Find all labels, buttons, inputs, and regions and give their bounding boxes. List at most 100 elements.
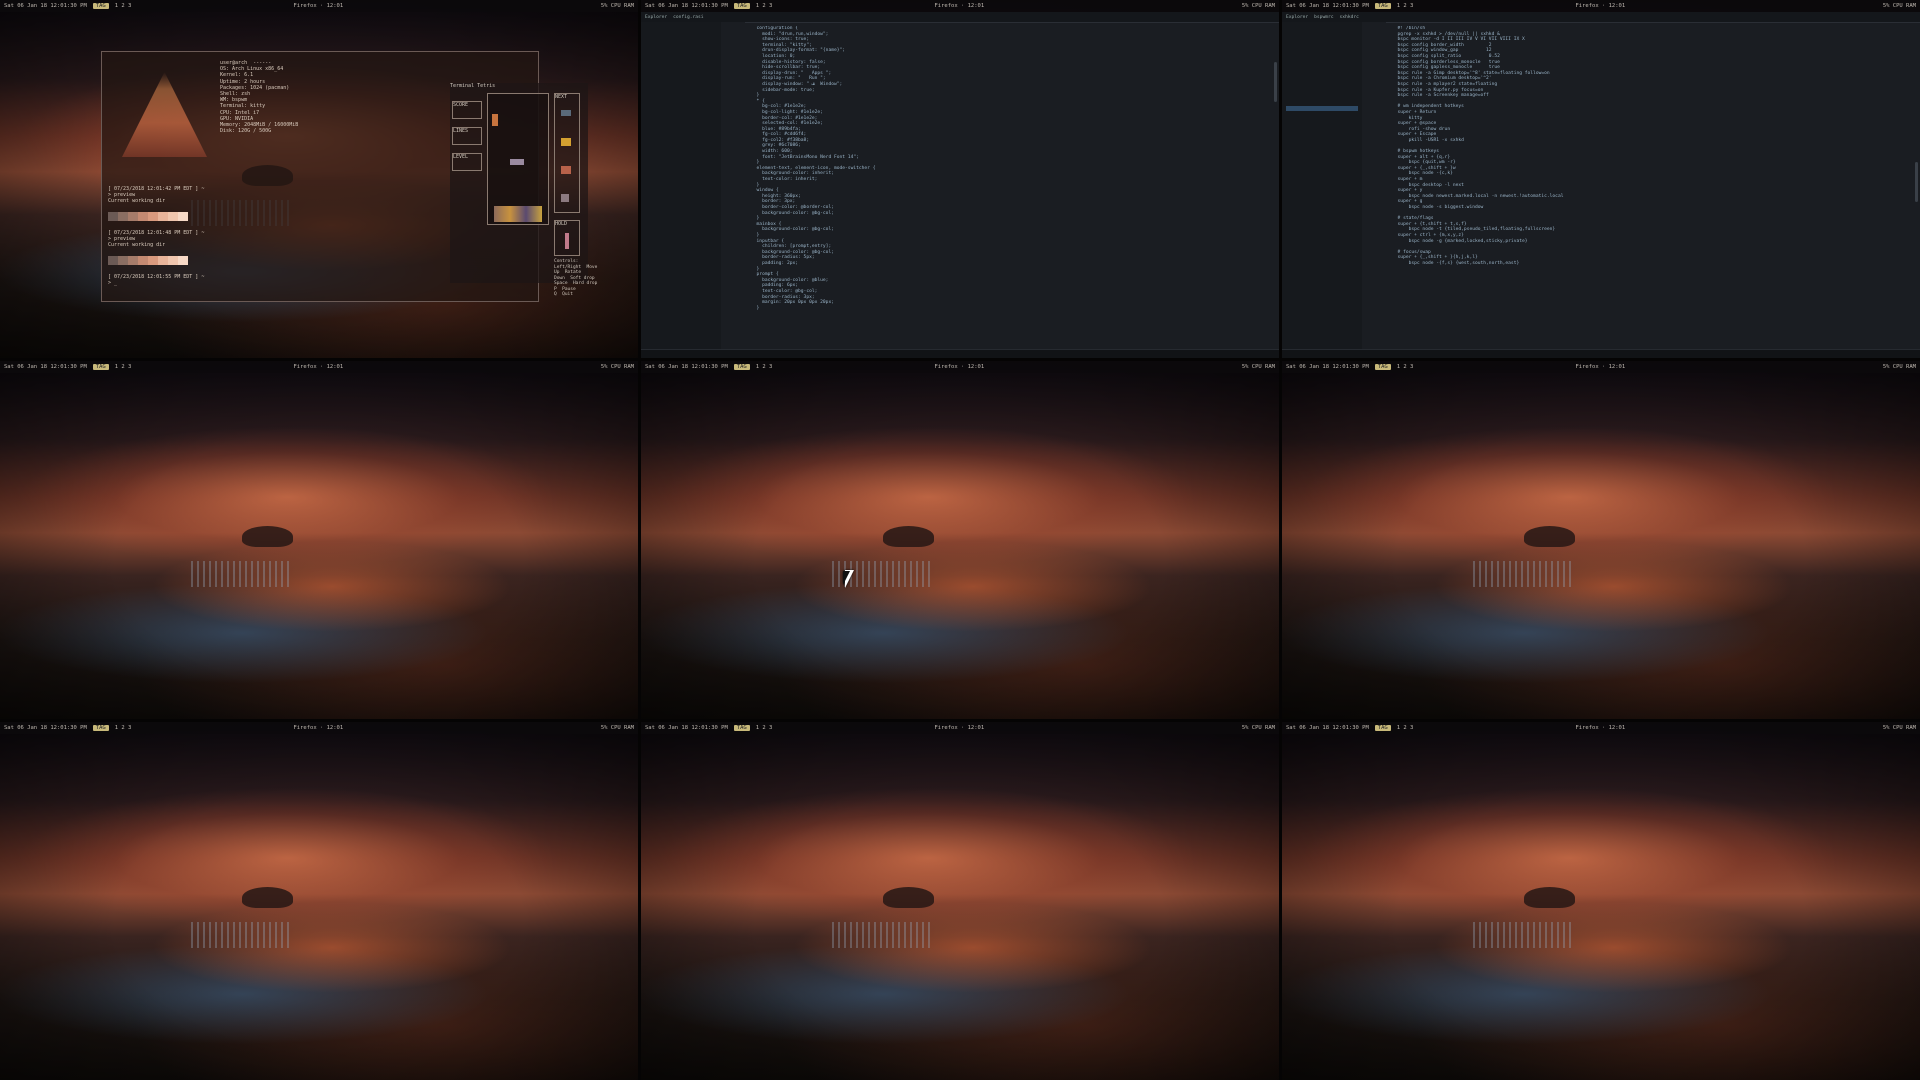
line-numbers <box>721 22 745 350</box>
top-bar: Sat 06 Jan 18 12:01:30 PM TAG 1 2 3 Fire… <box>0 0 638 12</box>
tetris-window[interactable]: Terminal Tetris SCORE LINES LEVEL NEXT H… <box>450 83 597 297</box>
clock-text: Sat 06 Jan 18 12:01:30 PM <box>1286 364 1369 370</box>
workspace-tag[interactable]: TAG <box>733 3 750 9</box>
terminal-prompt[interactable]: [ 07/23/2018 12:01:55 PM EDT ] ~ > _ <box>108 274 204 286</box>
window-title: Firefox · 12:01 <box>934 364 985 370</box>
window-title: Firefox · 12:01 <box>293 364 344 370</box>
wallpaper-waterfall <box>1473 561 1576 587</box>
file-explorer[interactable] <box>1282 22 1363 350</box>
workspace-tags[interactable]: 1 2 3 <box>115 725 132 731</box>
status-area: 5% CPU RAM <box>600 725 634 731</box>
tab-explorer[interactable]: Explorer <box>645 15 667 20</box>
tab-file[interactable]: config.rasi <box>673 15 703 20</box>
workspace-tags[interactable]: 1 2 3 <box>1397 364 1414 370</box>
score-box: SCORE <box>452 101 482 119</box>
workspace-tag[interactable]: TAG <box>733 364 750 370</box>
next-queue: NEXT <box>554 93 580 213</box>
status-bar <box>641 349 1279 358</box>
status-area: 5% CPU RAM <box>1882 364 1916 370</box>
workspace-3[interactable]: Sat 06 Jan 18 12:01:30 PM TAG 1 2 3 Fire… <box>1282 0 1920 358</box>
wallpaper-rock <box>1524 886 1576 909</box>
workspace-tags[interactable]: 1 2 3 <box>115 364 132 370</box>
clock-text: Sat 06 Jan 18 12:01:30 PM <box>1286 3 1369 9</box>
distro-logo <box>122 72 207 157</box>
top-bar: Sat 06 Jan 18 12:01:30 PM TAG 1 2 3 Fire… <box>0 722 638 734</box>
tab-file[interactable]: bspwmrc <box>1314 15 1333 20</box>
tetris-board[interactable] <box>487 93 549 225</box>
clock-text: Sat 06 Jan 18 12:01:30 PM <box>645 364 728 370</box>
terminal-prompt: [ 07/23/2018 12:01:48 PM EDT ] ~ > previ… <box>108 230 205 248</box>
scrollbar[interactable] <box>1915 162 1918 202</box>
status-bar <box>1282 349 1920 358</box>
top-bar: Sat 06 Jan 18 12:01:30 PM TAG 1 2 3 Fire… <box>0 361 638 373</box>
workspace-9[interactable]: Sat 06 Jan 18 12:01:30 PM TAG 1 2 3 Fire… <box>1282 722 1920 1080</box>
window-title: Firefox · 12:01 <box>293 725 344 731</box>
workspace-tags[interactable]: 1 2 3 <box>1397 3 1414 9</box>
terminal-prompt: [ 07/23/2018 12:01:42 PM EDT ] ~ > previ… <box>108 186 205 204</box>
mouse-cursor-icon <box>843 570 854 588</box>
workspace-5[interactable]: Sat 06 Jan 18 12:01:30 PM TAG 1 2 3 Fire… <box>641 361 1279 719</box>
workspace-tag[interactable]: TAG <box>1374 725 1391 731</box>
top-bar: Sat 06 Jan 18 12:01:30 PM TAG 1 2 3 Fire… <box>1282 722 1920 734</box>
workspace-tag[interactable]: TAG <box>92 3 109 9</box>
selected-file[interactable] <box>1286 106 1358 111</box>
workspace-8[interactable]: Sat 06 Jan 18 12:01:30 PM TAG 1 2 3 Fire… <box>641 722 1279 1080</box>
workspace-tags[interactable]: 1 2 3 <box>756 725 773 731</box>
clock-text: Sat 06 Jan 18 12:01:30 PM <box>4 3 87 9</box>
tab-file[interactable]: sxhkdrc <box>1340 15 1359 20</box>
top-bar: Sat 06 Jan 18 12:01:30 PM TAG 1 2 3 Fire… <box>641 361 1279 373</box>
status-area: 5% CPU RAM <box>1241 3 1275 9</box>
line-numbers <box>1362 22 1386 350</box>
color-swatches <box>108 212 188 221</box>
level-box: LEVEL <box>452 153 482 171</box>
system-info: user@arch ------ OS: Arch Linux x86_64 K… <box>220 60 299 135</box>
workspace-1[interactable]: Sat 06 Jan 18 12:01:30 PM TAG 1 2 3 Fire… <box>0 0 638 358</box>
code-editor[interactable]: Explorer config.rasi configuration { mod… <box>641 12 1279 358</box>
tab-explorer[interactable]: Explorer <box>1286 15 1308 20</box>
window-title: Firefox · 12:01 <box>293 3 344 9</box>
status-area: 5% CPU RAM <box>1882 725 1916 731</box>
workspace-tag[interactable]: TAG <box>1374 3 1391 9</box>
window-title: Firefox · 12:01 <box>934 3 985 9</box>
status-area: 5% CPU RAM <box>600 364 634 370</box>
window-title: Firefox · 12:01 <box>1575 364 1626 370</box>
workspace-grid: Sat 06 Jan 18 12:01:30 PM TAG 1 2 3 Fire… <box>0 0 1920 1080</box>
workspace-tags[interactable]: 1 2 3 <box>1397 725 1414 731</box>
clock-text: Sat 06 Jan 18 12:01:30 PM <box>645 3 728 9</box>
clock-text: Sat 06 Jan 18 12:01:30 PM <box>1286 725 1369 731</box>
scrollbar[interactable] <box>1274 62 1277 102</box>
wallpaper-rock <box>883 886 935 909</box>
top-bar: Sat 06 Jan 18 12:01:30 PM TAG 1 2 3 Fire… <box>641 0 1279 12</box>
code-editor[interactable]: Explorer bspwmrc sxhkdrc #! /bin/sh pgre… <box>1282 12 1920 358</box>
workspace-tag[interactable]: TAG <box>733 725 750 731</box>
tetris-title: Terminal Tetris <box>450 83 496 89</box>
wallpaper-waterfall <box>1473 922 1576 948</box>
workspace-tag[interactable]: TAG <box>1374 364 1391 370</box>
workspace-tags[interactable]: 1 2 3 <box>115 3 132 9</box>
window-title: Firefox · 12:01 <box>934 725 985 731</box>
color-swatches <box>108 256 188 265</box>
workspace-tags[interactable]: 1 2 3 <box>756 3 773 9</box>
top-bar: Sat 06 Jan 18 12:01:30 PM TAG 1 2 3 Fire… <box>1282 361 1920 373</box>
top-bar: Sat 06 Jan 18 12:01:30 PM TAG 1 2 3 Fire… <box>641 722 1279 734</box>
code-area[interactable]: configuration { modi: "drun,run,window";… <box>751 26 1269 348</box>
workspace-6[interactable]: Sat 06 Jan 18 12:01:30 PM TAG 1 2 3 Fire… <box>1282 361 1920 719</box>
clock-text: Sat 06 Jan 18 12:01:30 PM <box>4 725 87 731</box>
wallpaper-rock <box>883 525 935 548</box>
status-area: 5% CPU RAM <box>600 3 634 9</box>
workspace-7[interactable]: Sat 06 Jan 18 12:01:30 PM TAG 1 2 3 Fire… <box>0 722 638 1080</box>
workspace-tags[interactable]: 1 2 3 <box>756 364 773 370</box>
workspace-4[interactable]: Sat 06 Jan 18 12:01:30 PM TAG 1 2 3 Fire… <box>0 361 638 719</box>
wallpaper-waterfall <box>191 561 294 587</box>
clock-text: Sat 06 Jan 18 12:01:30 PM <box>4 364 87 370</box>
code-area[interactable]: #! /bin/sh pgrep -x sxhkd > /dev/null ||… <box>1392 26 1910 348</box>
workspace-2[interactable]: Sat 06 Jan 18 12:01:30 PM TAG 1 2 3 Fire… <box>641 0 1279 358</box>
workspace-tag[interactable]: TAG <box>92 725 109 731</box>
lines-box: LINES <box>452 127 482 145</box>
wallpaper-waterfall <box>191 922 294 948</box>
top-bar: Sat 06 Jan 18 12:01:30 PM TAG 1 2 3 Fire… <box>1282 0 1920 12</box>
tetris-controls: Controls: Left/Right Move Up Rotate Down… <box>554 259 598 297</box>
workspace-tag[interactable]: TAG <box>92 364 109 370</box>
window-title: Firefox · 12:01 <box>1575 3 1626 9</box>
file-explorer[interactable] <box>641 22 722 350</box>
